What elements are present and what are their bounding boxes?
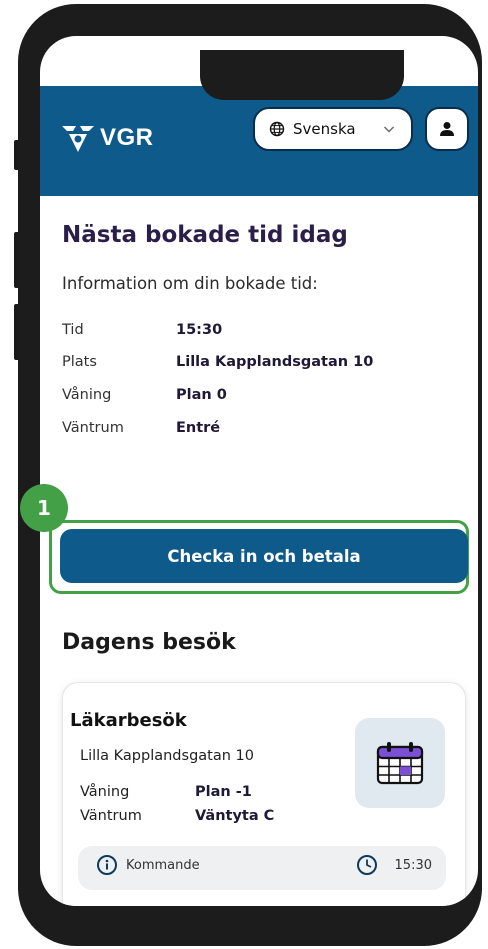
vgr-logo-icon	[62, 126, 94, 152]
todays-visits-heading: Dagens besök	[62, 630, 236, 655]
appointment-intro: Information om din bokade tid:	[62, 274, 318, 293]
visit-status-row: Kommande 15:30	[78, 846, 446, 890]
calendar-icon	[376, 742, 424, 785]
time-label: Tid	[62, 322, 84, 338]
vgr-logo[interactable]: VGR	[60, 122, 154, 154]
step-badge: 1	[20, 484, 68, 532]
calendar-icon-box	[355, 718, 445, 808]
visit-floor-value: Plan -1	[195, 784, 252, 800]
language-selector[interactable]: Svenska	[253, 107, 413, 151]
place-value: Lilla Kapplandsgatan 10	[176, 354, 374, 370]
language-label: Svenska	[293, 120, 356, 138]
floor-label: Våning	[62, 387, 112, 403]
app-header: VGR Svenska	[40, 86, 478, 196]
visit-floor-label: Våning	[80, 784, 130, 800]
place-label: Plats	[62, 354, 97, 370]
visit-waiting-room-value: Väntyta C	[195, 808, 275, 824]
visit-address: Lilla Kapplandsgatan 10	[80, 748, 254, 764]
time-value: 15:30	[176, 322, 223, 338]
page-title: Nästa bokade tid idag	[62, 222, 348, 248]
clock-icon	[357, 855, 377, 875]
chevron-down-icon	[384, 126, 394, 133]
waiting-room-value: Entré	[176, 420, 221, 436]
info-icon	[97, 855, 117, 875]
visit-status: Kommande	[126, 858, 200, 873]
waiting-room-label: Väntrum	[62, 420, 124, 436]
visit-waiting-room-label: Väntrum	[80, 808, 142, 824]
check-in-and-pay-button[interactable]: Checka in och betala	[60, 529, 468, 583]
user-icon	[440, 122, 454, 136]
globe-icon	[269, 121, 285, 137]
logo-text: VGR	[100, 124, 154, 151]
visit-title: Läkarbesök	[70, 710, 187, 731]
phone-notch	[200, 50, 404, 100]
phone-screen: VGR Svenska Nästa bokade tid idag Inform…	[40, 36, 478, 906]
floor-value: Plan 0	[176, 387, 227, 403]
user-account-button[interactable]	[425, 107, 469, 151]
visit-time: 15:30	[394, 858, 432, 873]
